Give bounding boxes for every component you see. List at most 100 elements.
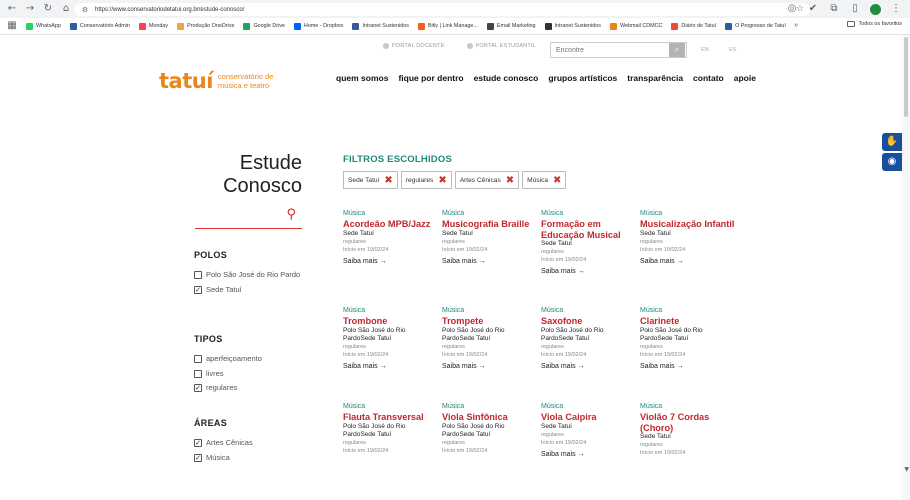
site-search-input[interactable] bbox=[551, 43, 669, 57]
course-title[interactable]: Violão 7 Cordas (Choro) bbox=[640, 412, 736, 433]
sidebar-icon[interactable]: ▯ bbox=[849, 3, 861, 15]
checkbox-checked[interactable]: ✓ bbox=[194, 439, 202, 447]
course-card[interactable]: Música Musicalização Infantil Sede Tatuí re… bbox=[640, 210, 736, 265]
course-card[interactable]: Música Violão 7 Cordas (Choro) Sede Tatuí r… bbox=[640, 403, 736, 457]
course-title[interactable]: Musicalização Infantil bbox=[640, 219, 736, 230]
checkbox-unchecked[interactable] bbox=[194, 355, 202, 363]
remove-filter-icon[interactable]: ✖ bbox=[384, 175, 392, 186]
filter-option[interactable]: livres bbox=[194, 367, 304, 382]
home-icon[interactable]: ⌂ bbox=[60, 3, 72, 15]
remove-filter-icon[interactable]: ✖ bbox=[506, 175, 514, 186]
nav-item[interactable]: apoie bbox=[734, 73, 756, 83]
course-title[interactable]: Clarinete bbox=[640, 316, 736, 327]
accessibility-hand-icon[interactable]: ✋ bbox=[882, 133, 902, 151]
course-title[interactable]: Trompete bbox=[442, 316, 538, 327]
saiba-mais-link[interactable]: Saiba mais → bbox=[442, 363, 538, 370]
extension-icon[interactable]: ◎ bbox=[786, 3, 798, 15]
remove-filter-icon[interactable]: ✖ bbox=[438, 175, 446, 186]
accessibility-eye-icon[interactable]: ◉ bbox=[882, 153, 902, 171]
saiba-mais-link[interactable]: Saiba mais → bbox=[343, 258, 439, 265]
scroll-down-icon[interactable]: ▼ bbox=[904, 466, 909, 473]
checkbox-unchecked[interactable] bbox=[194, 271, 202, 279]
course-title[interactable]: Viola Sinfônica bbox=[442, 412, 538, 423]
course-card[interactable]: Música Trombone Polo São José do Rio Pardo… bbox=[343, 307, 439, 370]
course-title[interactable]: Viola Caipira bbox=[541, 412, 637, 423]
search-icon[interactable]: ⌕ bbox=[669, 43, 685, 57]
course-card[interactable]: Música Musicografia Braille Sede Tatuí regu… bbox=[442, 210, 538, 265]
filter-option[interactable]: ✓ regulares bbox=[194, 381, 304, 396]
bookmark-item[interactable]: Intranet Sustenidos bbox=[544, 22, 601, 30]
nav-item[interactable]: contato bbox=[693, 73, 724, 83]
course-title[interactable]: Acordeão MPB/Jazz bbox=[343, 219, 439, 230]
filter-option[interactable]: ✓ Sede Tatuí bbox=[194, 283, 304, 298]
bookmark-item[interactable]: O Progresso de Tatuí bbox=[725, 22, 786, 30]
nav-item[interactable]: estude conosco bbox=[474, 73, 539, 83]
scrollbar-thumb[interactable] bbox=[904, 37, 908, 117]
filter-option[interactable]: aperfeiçoamento bbox=[194, 352, 304, 367]
filter-option[interactable]: Polo São José do Rio Pardo bbox=[194, 268, 304, 283]
course-title[interactable]: Saxofone bbox=[541, 316, 637, 327]
course-card[interactable]: Música Acordeão MPB/Jazz Sede Tatuí regular… bbox=[343, 210, 439, 265]
page-scrollbar[interactable]: ▼ bbox=[902, 35, 910, 500]
nav-item[interactable]: grupos artísticos bbox=[548, 73, 617, 83]
course-card[interactable]: Música Flauta Transversal Polo São José do… bbox=[343, 403, 439, 455]
forward-icon[interactable]: → bbox=[24, 3, 36, 15]
search-icon[interactable]: ⚲ bbox=[286, 207, 296, 222]
checkbox-checked[interactable]: ✓ bbox=[194, 453, 202, 462]
nav-item[interactable]: fique por dentro bbox=[398, 73, 463, 83]
course-card[interactable]: Música Formação em Educação Musical Sede T… bbox=[541, 210, 637, 275]
course-card[interactable]: Música Trompete Polo São José do Rio Pardo… bbox=[442, 307, 538, 370]
extensions-puzzle-icon[interactable]: ⧉ bbox=[828, 3, 840, 15]
saiba-mais-link[interactable]: Saiba mais → bbox=[541, 268, 637, 275]
checkbox-checked[interactable]: ✓ bbox=[194, 285, 202, 294]
saiba-mais-link[interactable]: Saiba mais → bbox=[541, 363, 637, 370]
remove-filter-icon[interactable]: ✖ bbox=[553, 175, 561, 186]
bookmark-item[interactable]: Monday bbox=[138, 22, 168, 30]
bookmark-item[interactable]: Conservatório Admin bbox=[69, 22, 130, 30]
checkbox-unchecked[interactable] bbox=[194, 369, 202, 378]
saiba-mais-link[interactable]: Saiba mais → bbox=[640, 258, 736, 265]
bookmark-item[interactable]: Webmail CDMCC bbox=[609, 22, 662, 30]
course-title[interactable]: Flauta Transversal bbox=[343, 412, 439, 423]
saiba-mais-link[interactable]: Saiba mais → bbox=[640, 363, 736, 370]
bookmark-item[interactable]: WhatsApp bbox=[26, 22, 61, 30]
apps-grid-icon[interactable]: ▦ bbox=[6, 20, 18, 32]
course-title[interactable]: Musicografia Braille bbox=[442, 219, 538, 230]
bookmark-item[interactable]: Email Marketing bbox=[486, 22, 536, 30]
filter-option[interactable]: ✓ Música bbox=[194, 451, 304, 466]
back-icon[interactable]: ← bbox=[6, 3, 18, 15]
extension-check-icon[interactable]: ✔ bbox=[807, 3, 819, 15]
reload-icon[interactable]: ↻ bbox=[42, 3, 54, 15]
site-info-icon[interactable]: ⚙ bbox=[80, 5, 90, 15]
lang-es-link[interactable]: ES bbox=[729, 47, 736, 53]
bookmark-item[interactable]: Bitly | Link Manage... bbox=[417, 22, 478, 30]
portal-estudantil-link[interactable]: PORTAL ESTUDANTIL bbox=[466, 43, 536, 49]
profile-avatar[interactable] bbox=[870, 3, 881, 15]
site-logo[interactable]: tatuí conservatório de música e teatro bbox=[159, 69, 298, 93]
portal-docente-link[interactable]: PORTAL DOCENTE bbox=[383, 43, 445, 49]
course-title[interactable]: Formação em Educação Musical bbox=[541, 219, 637, 240]
course-card[interactable]: Música Viola Caipira Sede Tatuí regulares In… bbox=[541, 403, 637, 458]
bookmark-item[interactable]: Produção OneDrive bbox=[177, 22, 234, 30]
bookmark-item[interactable]: Intranet Sustenidos bbox=[352, 22, 409, 30]
course-search-field[interactable]: ⚲ bbox=[195, 207, 302, 229]
saiba-mais-link[interactable]: Saiba mais → bbox=[541, 451, 637, 458]
saiba-mais-link[interactable]: Saiba mais → bbox=[442, 258, 538, 265]
checkbox-checked[interactable]: ✓ bbox=[194, 384, 202, 392]
course-card[interactable]: Música Saxofone Polo São José do Rio Pardo… bbox=[541, 307, 637, 370]
address-bar[interactable]: ⚙ https://www.conservatoriodetatui.org.b… bbox=[74, 3, 810, 16]
lang-en-link[interactable]: EN bbox=[701, 47, 709, 53]
course-card[interactable]: Música Clarinete Polo São José do Rio Pard… bbox=[640, 307, 736, 370]
nav-item[interactable]: transparência bbox=[627, 73, 683, 83]
nav-item[interactable]: quem somos bbox=[336, 73, 388, 83]
bookmark-item[interactable]: Diário de Tatuí bbox=[671, 22, 716, 30]
url-text[interactable]: https://www.conservatoriodetatui.org.br/… bbox=[95, 7, 244, 13]
bookmark-item[interactable]: Google Drive bbox=[243, 22, 285, 30]
filter-option[interactable]: ✓ Artes Cênicas bbox=[194, 436, 304, 451]
bookmarks-overflow-button[interactable]: » bbox=[794, 22, 798, 29]
all-bookmarks-button[interactable]: Todos os favoritos bbox=[846, 21, 902, 27]
menu-dots-icon[interactable]: ⋮ bbox=[890, 3, 902, 15]
saiba-mais-link[interactable]: Saiba mais → bbox=[343, 363, 439, 370]
bookmark-item[interactable]: Home - Dropbox bbox=[293, 22, 343, 30]
course-title[interactable]: Trombone bbox=[343, 316, 439, 327]
